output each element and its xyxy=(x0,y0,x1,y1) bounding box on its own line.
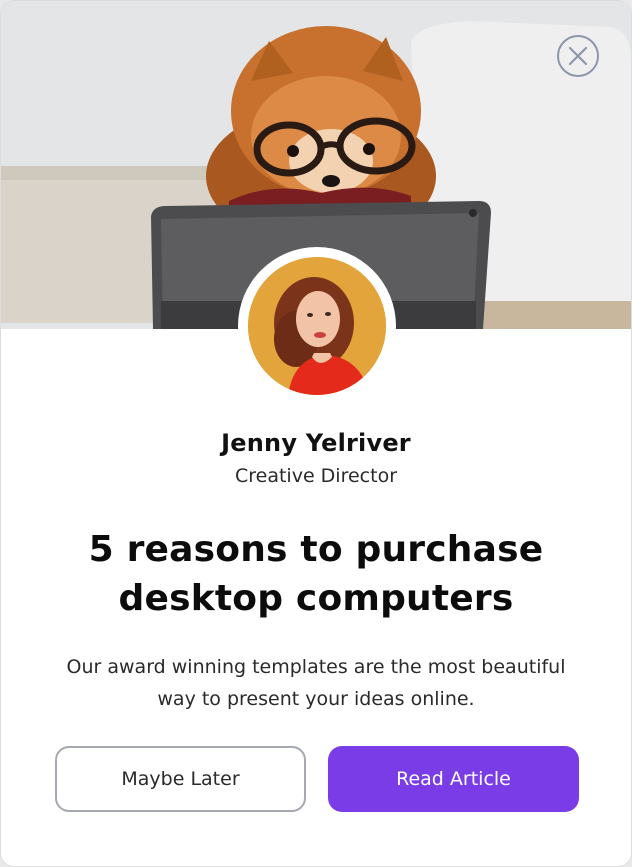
article-description: Our award winning templates are the most… xyxy=(66,656,566,710)
article-promo-card: Jenny Yelriver Creative Director 5 reaso… xyxy=(0,0,632,867)
read-article-button[interactable]: Read Article xyxy=(328,746,579,812)
author-avatar-image xyxy=(248,257,386,395)
author-role: Creative Director xyxy=(234,465,398,487)
author-name: Jenny Yelriver xyxy=(221,429,411,457)
avatar xyxy=(238,247,396,405)
close-icon[interactable] xyxy=(556,34,600,78)
article-headline: 5 reasons to purchase desktop computers xyxy=(88,529,544,619)
maybe-later-button[interactable]: Maybe Later xyxy=(55,746,306,812)
